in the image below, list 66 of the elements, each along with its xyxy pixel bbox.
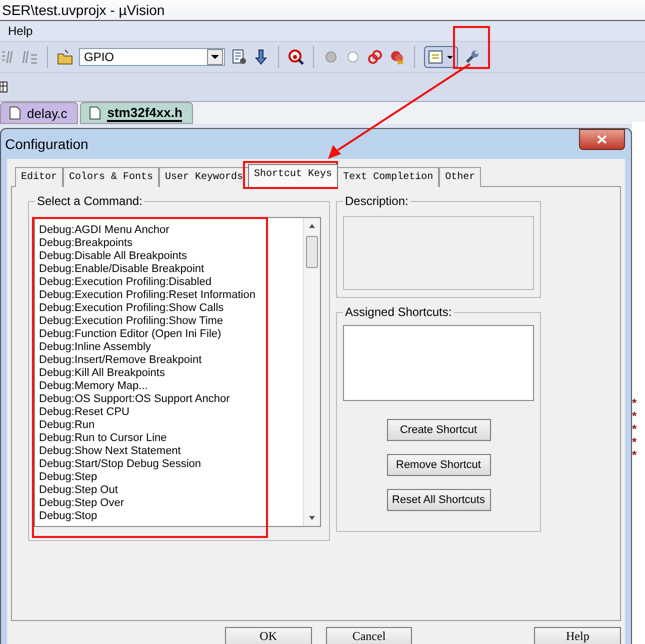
shortcut-button[interactable]: Reset All Shortcuts: [386, 489, 490, 511]
command-item[interactable]: Debug:Step: [39, 471, 303, 484]
target-combo[interactable]: GPIO: [79, 48, 225, 66]
shortcuts-list[interactable]: [343, 325, 534, 401]
editor-text: *: [632, 449, 637, 462]
command-item[interactable]: Debug:Stop: [39, 510, 303, 523]
command-item[interactable]: Debug:Insert/Remove Breakpoint: [39, 354, 303, 367]
command-item[interactable]: Debug:Kill All Breakpoints: [39, 367, 303, 380]
settings-tab[interactable]: Text Completion: [337, 167, 440, 187]
command-item[interactable]: Debug:Step Over: [39, 497, 303, 510]
hollow-circle-icon[interactable]: [345, 49, 361, 65]
command-item[interactable]: Debug:Function Editor (Open Ini File): [39, 328, 303, 341]
rings-icon[interactable]: [367, 49, 383, 65]
debug-magnifier-icon[interactable]: [288, 49, 304, 65]
settings-tab[interactable]: Shortcut Keys: [248, 164, 338, 187]
settings-tab[interactable]: Colors & Fonts: [63, 167, 160, 187]
command-item[interactable]: Debug:OS Support:OS Support Anchor: [39, 393, 303, 406]
file-icon: [89, 106, 102, 120]
options-icon[interactable]: [231, 49, 247, 65]
editor-text: *: [632, 397, 637, 410]
dialog-button[interactable]: Help: [534, 627, 622, 644]
command-item[interactable]: Debug:Enable/Disable Breakpoint: [39, 263, 303, 276]
command-item[interactable]: Debug:Show Next Statement: [39, 445, 303, 458]
dialog-button[interactable]: OK: [225, 627, 312, 644]
file-tab[interactable]: stm32f4xx.h: [80, 102, 194, 124]
group-label: Select a Command:: [35, 194, 144, 208]
shortcut-button[interactable]: Remove Shortcut: [386, 454, 490, 476]
command-item[interactable]: Debug:Execution Profiling:Show Time: [39, 315, 303, 328]
window-title: SER\test.uvprojx - µVision: [2, 2, 165, 18]
command-item[interactable]: Debug:Memory Map...: [39, 380, 303, 393]
settings-tab[interactable]: Other: [439, 167, 482, 187]
download-icon[interactable]: [253, 49, 269, 65]
file-tab[interactable]: delay.c: [0, 102, 78, 124]
dialog-title: Configuration: [5, 136, 88, 152]
close-icon: [597, 134, 607, 144]
command-item[interactable]: Debug:Start/Stop Debug Session: [39, 458, 303, 471]
highlight-box: [453, 26, 490, 69]
command-item[interactable]: Debug:Execution Profiling:Reset Information: [39, 289, 303, 302]
settings-tab[interactable]: Editor: [15, 167, 64, 187]
folder-icon[interactable]: [57, 49, 73, 65]
command-item[interactable]: Debug:Reset CPU: [39, 406, 303, 419]
file-icon: [9, 106, 21, 120]
command-item[interactable]: Debug:Run: [39, 419, 303, 432]
editor-text: *: [632, 423, 637, 436]
dialog-button[interactable]: Cancel: [326, 627, 412, 644]
scrollbar[interactable]: [303, 218, 320, 526]
close-button[interactable]: [579, 128, 625, 150]
menu-item[interactable]: Help: [6, 24, 35, 38]
command-item[interactable]: Debug:Step Out: [39, 484, 303, 497]
command-item[interactable]: Debug:Inline Assembly: [39, 341, 303, 354]
command-item[interactable]: Debug:Disable All Breakpoints: [39, 250, 303, 263]
command-item[interactable]: Debug:Run to Cursor Line: [39, 432, 303, 445]
window-layout-icon[interactable]: [424, 46, 458, 68]
editor-text: *: [632, 436, 637, 449]
group-label: Description:: [343, 194, 410, 208]
wrench-icon[interactable]: [464, 49, 480, 65]
command-item[interactable]: Debug:AGDI Menu Anchor: [39, 224, 303, 237]
window-icon[interactable]: [0, 81, 8, 93]
clear-breakpoints-icon[interactable]: [389, 49, 405, 65]
command-item[interactable]: Debug:Breakpoints: [39, 237, 303, 250]
shortcut-button[interactable]: Create Shortcut: [386, 419, 490, 441]
settings-tab[interactable]: User Keywords: [159, 167, 250, 187]
editor-text: *: [632, 410, 637, 423]
command-item[interactable]: Debug:Execution Profiling:Show Calls: [39, 302, 303, 315]
group-label: Assigned Shortcuts:: [343, 305, 454, 319]
command-item[interactable]: Debug:Execution Profiling:Disabled: [39, 276, 303, 289]
